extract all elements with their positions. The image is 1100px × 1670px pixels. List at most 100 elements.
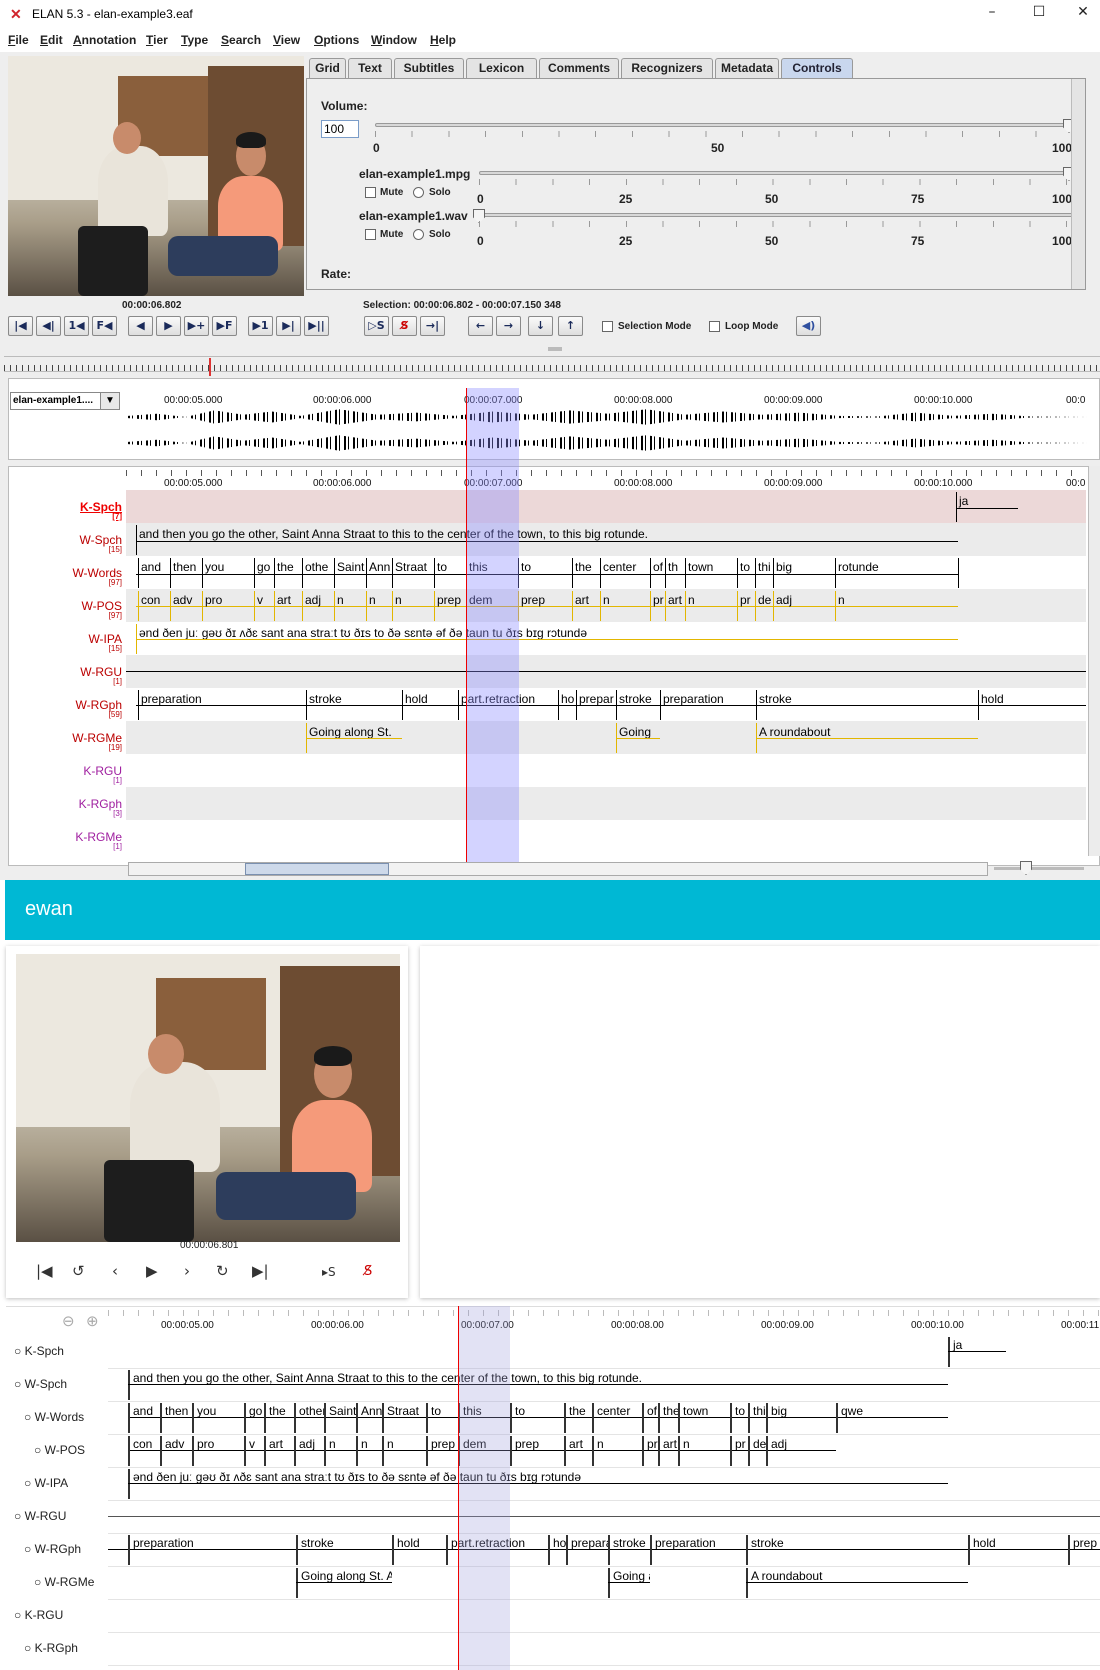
tier-label-wspch[interactable]: W-Spch [15] xyxy=(80,533,122,554)
menu-tier[interactable]: Tier xyxy=(146,33,168,47)
ewan-kspch[interactable]: ja xyxy=(948,1337,1006,1367)
ewan-word[interactable]: and xyxy=(128,1403,160,1433)
ewan-row-wrgu[interactable] xyxy=(108,1501,1100,1534)
ewan-pos[interactable]: pr xyxy=(642,1436,658,1466)
tab-comments[interactable]: Comments xyxy=(539,58,619,78)
tier-vertical-scrollbar[interactable] xyxy=(1088,466,1100,856)
previous-frame-button[interactable]: 1◀ xyxy=(64,316,89,336)
play-selection-back-button[interactable]: ◀ xyxy=(128,316,153,336)
pos[interactable]: v xyxy=(254,591,274,621)
word[interactable]: Ann xyxy=(366,558,392,588)
pos[interactable]: pr xyxy=(650,591,665,621)
ewan-pos[interactable]: n xyxy=(592,1436,642,1466)
rgph[interactable]: ho xyxy=(558,690,576,720)
next-frame-button[interactable]: ▶1 xyxy=(248,316,273,336)
ewan-rgme[interactable]: Going along St. A xyxy=(296,1568,392,1598)
ewan-rewind-icon[interactable]: ↺ xyxy=(72,1262,85,1280)
ewan-pos[interactable]: con xyxy=(128,1436,160,1466)
menu-annotation[interactable]: Annotation xyxy=(73,33,136,47)
tier-label-wrgph[interactable]: W-RGph [59] xyxy=(76,698,122,719)
rgph[interactable]: preparation xyxy=(138,690,306,720)
ewan-tier-wipa[interactable]: ○ W-IPA xyxy=(24,1476,68,1490)
pos[interactable]: art xyxy=(572,591,600,621)
ewan-wspch[interactable]: and then you go the other, Saint Anna St… xyxy=(128,1370,948,1400)
word[interactable]: center xyxy=(600,558,650,588)
word[interactable]: big xyxy=(773,558,835,588)
file1-solo-radio[interactable] xyxy=(413,187,424,198)
ewan-word[interactable]: Ann xyxy=(356,1403,382,1433)
file1-mute-checkbox[interactable] xyxy=(365,187,376,198)
pos[interactable]: adj xyxy=(302,591,334,621)
pos[interactable]: prep xyxy=(518,591,572,621)
tab-controls[interactable]: Controls xyxy=(781,58,853,78)
zoom-slider[interactable] xyxy=(994,867,1084,870)
file2-solo-radio[interactable] xyxy=(413,229,424,240)
menu-type[interactable]: Type xyxy=(181,33,208,47)
tier-label-krgph[interactable]: K-RGph [3] xyxy=(79,797,122,818)
ewan-pos[interactable]: art xyxy=(658,1436,678,1466)
ewan-word[interactable]: to xyxy=(426,1403,458,1433)
ewan-play-icon[interactable]: ▶ xyxy=(146,1262,158,1280)
pos[interactable]: de xyxy=(755,591,773,621)
overview-ruler[interactable] xyxy=(4,356,1100,372)
splitter-handle[interactable] xyxy=(548,347,562,351)
controls-scrollbar[interactable] xyxy=(1071,79,1085,289)
ewan-go-start-icon[interactable]: |◀ xyxy=(36,1262,53,1280)
tier-label-kspch[interactable]: K-Spch [7] xyxy=(80,500,122,521)
ewan-pos[interactable]: n xyxy=(678,1436,730,1466)
pos[interactable]: n xyxy=(835,591,958,621)
menu-view[interactable]: View xyxy=(273,33,300,47)
nav-down-button[interactable]: ↓ xyxy=(528,316,553,336)
nav-up-button[interactable]: ↑ xyxy=(558,316,583,336)
tier-label-wipa[interactable]: W-IPA [15] xyxy=(88,632,122,653)
ewan-rgph[interactable]: preparation xyxy=(650,1535,746,1565)
tier-label-wpos[interactable]: W-POS [97] xyxy=(82,599,122,620)
previous-second-button[interactable]: ◀| xyxy=(36,316,61,336)
word[interactable]: then xyxy=(170,558,202,588)
ewan-pos[interactable]: art xyxy=(264,1436,294,1466)
rgph[interactable]: hold xyxy=(978,690,1080,720)
ewan-pos[interactable]: adv xyxy=(160,1436,192,1466)
word[interactable]: the xyxy=(572,558,600,588)
word[interactable]: th xyxy=(665,558,685,588)
ewan-word[interactable]: town xyxy=(678,1403,730,1433)
tier-label-wrgu[interactable]: W-RGU [1] xyxy=(80,665,122,686)
selection-mode-checkbox[interactable] xyxy=(602,321,613,332)
ewan-ipa[interactable]: ənd ðen juː ɡəʊ ðɪ ʌðɛ sant ana straːt t… xyxy=(128,1469,948,1499)
ewan-tier-krgph[interactable]: ○ K-RGph xyxy=(24,1641,78,1655)
tab-grid[interactable]: Grid xyxy=(309,58,346,78)
pos[interactable]: art xyxy=(274,591,302,621)
pos[interactable]: n xyxy=(600,591,650,621)
word[interactable]: thi xyxy=(755,558,773,588)
pos[interactable]: con xyxy=(138,591,170,621)
play-forward-button[interactable]: ▶+ xyxy=(184,316,209,336)
ewan-pos[interactable]: n xyxy=(324,1436,356,1466)
ewan-pos[interactable]: prep xyxy=(426,1436,458,1466)
pos[interactable]: n xyxy=(334,591,366,621)
ewan-word[interactable]: the xyxy=(658,1403,678,1433)
go-to-begin-button[interactable]: |◀ xyxy=(8,316,33,336)
ewan-pos[interactable]: adj xyxy=(294,1436,324,1466)
word[interactable]: you xyxy=(202,558,254,588)
pos[interactable]: adv xyxy=(170,591,202,621)
tier-row-kspch[interactable] xyxy=(126,490,1086,523)
close-button[interactable]: ✕ xyxy=(1068,4,1098,24)
ewan-word[interactable]: of xyxy=(642,1403,658,1433)
menu-window[interactable]: Window xyxy=(371,33,417,47)
ewan-tier-wrgph[interactable]: ○ W-RGph xyxy=(24,1542,81,1556)
ewan-word[interactable]: other xyxy=(294,1403,324,1433)
ewan-word[interactable]: big xyxy=(766,1403,836,1433)
tab-text[interactable]: Text xyxy=(348,58,392,78)
ewan-rgme[interactable]: Going a xyxy=(608,1568,650,1598)
ewan-word[interactable]: go xyxy=(244,1403,264,1433)
ewan-rgph[interactable]: hold xyxy=(392,1535,446,1565)
word[interactable]: to xyxy=(737,558,755,588)
word[interactable]: Straat xyxy=(392,558,434,588)
word[interactable]: othe xyxy=(302,558,334,588)
word[interactable]: and xyxy=(138,558,170,588)
annotation-kspch[interactable]: ja xyxy=(956,492,1018,522)
ewan-rgph[interactable]: prepara xyxy=(566,1535,608,1565)
menu-search[interactable]: Search xyxy=(221,33,261,47)
ewan-rgph[interactable]: stroke xyxy=(296,1535,392,1565)
ewan-row-krgph[interactable] xyxy=(108,1633,1100,1666)
